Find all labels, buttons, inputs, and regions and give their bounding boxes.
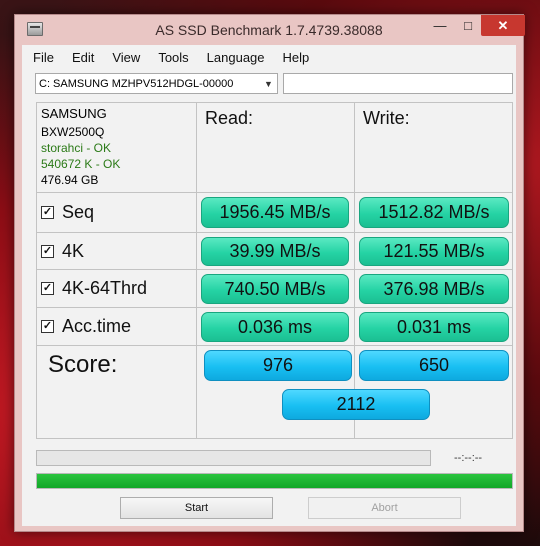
seq-label: Seq <box>62 202 95 222</box>
score-write: 650 <box>359 350 509 381</box>
start-button[interactable]: Start <box>120 497 273 519</box>
4k-64thrd-write-result: 376.98 MB/s <box>359 274 509 304</box>
grid-divider <box>36 192 513 193</box>
title-bar[interactable]: AS SSD Benchmark 1.7.4739.38088 — □ ✕ <box>15 15 525 45</box>
test-row-seq[interactable]: ✓ Seq <box>36 193 94 232</box>
4k-checkbox[interactable]: ✓ <box>41 244 54 258</box>
elapsed-timer: --:--:-- <box>454 452 483 464</box>
drive-firmware: BXW2500Q <box>41 125 105 139</box>
read-column-header: Read: <box>205 108 254 128</box>
seq-checkbox[interactable]: ✓ <box>41 206 54 219</box>
menu-help[interactable]: Help <box>274 50 319 65</box>
test-row-4k[interactable]: ✓ 4K <box>36 233 84 269</box>
client-area: File Edit View Tools Language Help C: SA… <box>22 45 516 526</box>
write-column-header: Write: <box>363 108 410 128</box>
maximize-button[interactable]: □ <box>455 15 481 36</box>
acc-time-label: Acc.time <box>62 316 132 336</box>
driver-status: storahci - OK <box>41 141 112 155</box>
overall-progress-fill <box>37 474 512 488</box>
seq-write-result: 1512.82 MB/s <box>359 197 509 228</box>
menu-file[interactable]: File <box>22 50 63 65</box>
minimize-button[interactable]: — <box>427 15 453 36</box>
menu-language[interactable]: Language <box>198 50 274 65</box>
4k-64thrd-checkbox[interactable]: ✓ <box>41 282 54 295</box>
score-read: 976 <box>204 350 352 381</box>
4k-read-result: 39.99 MB/s <box>201 237 349 266</box>
drive-info-panel: SAMSUNG BXW2500Q storahci - OK 540672 K … <box>41 106 120 188</box>
test-progress-bar <box>36 450 431 466</box>
test-row-4k-64thrd[interactable]: ✓ 4K-64Thrd <box>36 270 147 307</box>
4k-64thrd-label: 4K-64Thrd <box>62 278 148 298</box>
menu-bar: File Edit View Tools Language Help <box>22 45 516 69</box>
grid-divider <box>36 345 513 346</box>
menu-edit[interactable]: Edit <box>63 50 103 65</box>
score-total: 2112 <box>282 389 430 420</box>
acc-time-checkbox[interactable]: ✓ <box>41 320 54 333</box>
app-window: AS SSD Benchmark 1.7.4739.38088 — □ ✕ Fi… <box>14 14 525 532</box>
drive-dropdown[interactable]: C: SAMSUNG MZHPV512HDGL-00000 ▼ <box>35 73 278 94</box>
menu-view[interactable]: View <box>103 50 149 65</box>
menu-tools[interactable]: Tools <box>149 50 197 65</box>
abort-button[interactable]: Abort <box>308 497 461 519</box>
acc-time-write-result: 0.031 ms <box>359 312 509 342</box>
close-button[interactable]: ✕ <box>481 15 525 36</box>
4k-write-result: 121.55 MB/s <box>359 237 509 266</box>
drive-vendor: SAMSUNG <box>41 106 107 121</box>
info-text-field[interactable] <box>283 73 513 94</box>
score-label: Score: <box>48 351 118 378</box>
grid-divider <box>196 102 197 439</box>
acc-time-read-result: 0.036 ms <box>201 312 349 342</box>
seq-read-result: 1956.45 MB/s <box>201 197 349 228</box>
grid-divider <box>36 232 513 233</box>
alignment-status: 540672 K - OK <box>41 157 121 171</box>
4k-label: 4K <box>62 240 85 261</box>
chevron-down-icon[interactable]: ▼ <box>260 74 277 93</box>
test-row-acc-time[interactable]: ✓ Acc.time <box>36 308 131 345</box>
drive-dropdown-value: C: SAMSUNG MZHPV512HDGL-00000 <box>39 77 234 90</box>
4k-64thrd-read-result: 740.50 MB/s <box>201 274 349 304</box>
overall-progress-bar <box>36 473 513 489</box>
drive-capacity: 476.94 GB <box>41 173 99 187</box>
